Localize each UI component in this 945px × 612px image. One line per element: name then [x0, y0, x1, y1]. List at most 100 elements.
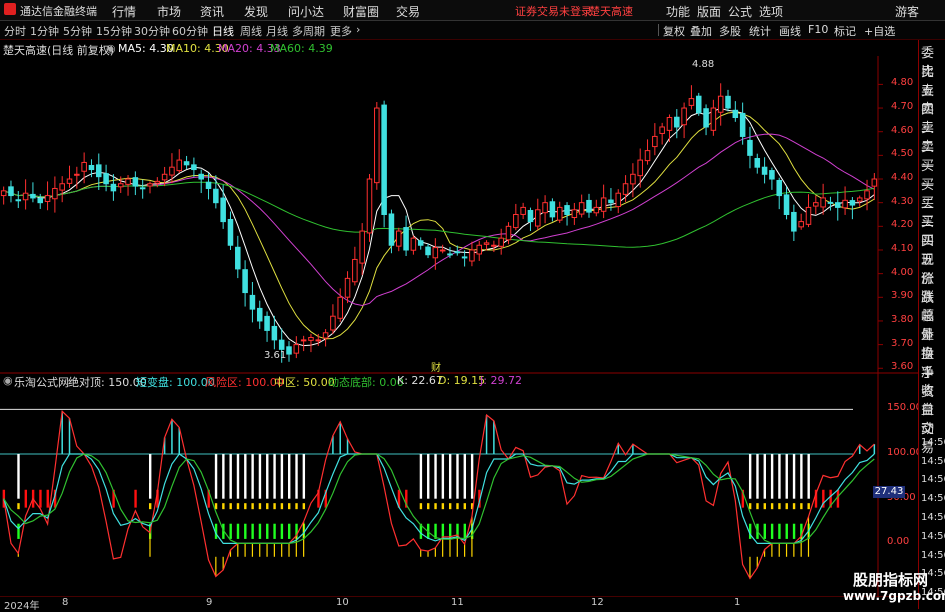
- menu-gongneng[interactable]: 功能: [666, 3, 690, 20]
- menu-shichang[interactable]: 市场: [157, 3, 181, 20]
- login-notice[interactable]: 证券交易未登录: [515, 3, 592, 19]
- btn-tongji[interactable]: 统计: [749, 23, 771, 39]
- period-multi[interactable]: 多周期: [292, 23, 325, 39]
- green-bar: [463, 523, 467, 539]
- period-5min[interactable]: 5分钟: [63, 23, 92, 39]
- menu-banmian[interactable]: 版面: [697, 3, 721, 20]
- ma10-line: [3, 111, 875, 340]
- white-bar: [778, 454, 781, 499]
- candle-body: [805, 206, 812, 225]
- period-fenshi[interactable]: 分时: [4, 23, 26, 39]
- side-panel-item[interactable]: 14:56: [921, 474, 945, 485]
- candle-body: [688, 98, 695, 106]
- yellow-bar: [302, 503, 306, 510]
- btn-biaoji[interactable]: 标记: [834, 23, 856, 39]
- period-weekly[interactable]: 周线: [240, 23, 262, 39]
- indicator-tick-label: 150.00: [887, 402, 922, 414]
- menu-wenxiaoda[interactable]: 问小达: [288, 3, 324, 20]
- candle-body: [139, 187, 146, 190]
- period-daily[interactable]: 日线: [212, 23, 234, 39]
- candle-body: [542, 202, 548, 214]
- white-bar: [419, 454, 423, 499]
- candle-body: [52, 187, 58, 200]
- btn-f10[interactable]: F10: [808, 23, 828, 36]
- menu-jiaoyi[interactable]: 交易: [396, 3, 420, 20]
- menu-bar: 通达信金融终端 行情 市场 资讯 发现 问小达 财富圈 交易 证券交易未登录 楚…: [0, 0, 945, 21]
- price-tick-label: 4.70: [891, 101, 914, 113]
- ind-field-top: 绝对顶: 150.00: [68, 376, 147, 389]
- menu-zixun[interactable]: 资讯: [200, 3, 224, 20]
- white-bar: [17, 454, 20, 499]
- candle-body: [505, 225, 512, 241]
- yellow-bar: [280, 503, 284, 510]
- yellow-bar: [800, 503, 803, 510]
- white-bar: [792, 454, 796, 499]
- period-30min[interactable]: 30分钟: [134, 23, 170, 39]
- white-bar: [448, 454, 452, 499]
- menu-caifuquan[interactable]: 财富圈: [343, 3, 379, 20]
- chevron-right-icon[interactable]: ›: [356, 23, 360, 36]
- candle-body: [820, 197, 826, 208]
- green-bar: [763, 523, 766, 539]
- menu-faxian[interactable]: 发现: [244, 3, 268, 20]
- green-bar: [266, 523, 269, 539]
- period-monthly[interactable]: 月线: [266, 23, 288, 39]
- candle-body: [366, 178, 373, 234]
- side-panel-item[interactable]: 14:56: [921, 493, 945, 504]
- candle-body: [161, 173, 168, 181]
- white-bar: [456, 454, 459, 499]
- green-bar: [229, 523, 232, 539]
- btn-fuquan[interactable]: 复权: [663, 23, 685, 39]
- side-panel-item[interactable]: 14:56: [921, 550, 945, 561]
- candle-body: [439, 249, 446, 252]
- white-bar: [244, 454, 247, 499]
- indicator-name[interactable]: 乐淘公式网: [14, 374, 69, 390]
- candle-body: [578, 202, 585, 215]
- period-60min[interactable]: 60分钟: [172, 23, 208, 39]
- side-panel-item[interactable]: 14:56: [921, 437, 945, 448]
- btn-diejia[interactable]: 叠加: [690, 23, 712, 39]
- green-bar: [244, 523, 247, 539]
- candle-body: [461, 256, 468, 259]
- indicator-toggle-icon[interactable]: ◉: [3, 374, 13, 387]
- user-guest[interactable]: 游客: [895, 3, 919, 20]
- menu-xuanxiang[interactable]: 选项: [759, 3, 783, 20]
- low-price-label: 3.61: [264, 350, 287, 361]
- yellow-bar: [251, 503, 254, 510]
- candle-body: [681, 107, 687, 126]
- finance-marker[interactable]: 财: [431, 359, 441, 374]
- period-1min[interactable]: 1分钟: [30, 23, 59, 39]
- period-15min[interactable]: 15分钟: [96, 23, 132, 39]
- ma-toggle-icon[interactable]: ◉: [106, 42, 116, 55]
- yellow-bar: [441, 503, 445, 510]
- white-bar: [148, 454, 152, 499]
- side-panel-item[interactable]: 14:56: [921, 531, 945, 542]
- yellow-bar: [448, 503, 452, 510]
- chart-area[interactable]: [0, 56, 918, 597]
- period-more[interactable]: 更多: [330, 23, 352, 39]
- btn-huaxian[interactable]: 画线: [779, 23, 801, 39]
- candle-body: [556, 206, 563, 221]
- menu-gongshi[interactable]: 公式: [728, 3, 752, 20]
- white-bar: [222, 454, 225, 499]
- btn-duogu[interactable]: 多股: [719, 23, 741, 39]
- candle-body: [37, 197, 44, 204]
- yellow-bar: [770, 503, 774, 510]
- date-month-11: 11: [451, 597, 464, 608]
- candle-body: [717, 95, 724, 113]
- candle-body: [337, 296, 343, 319]
- white-bar: [763, 454, 766, 499]
- candle-body: [783, 194, 790, 215]
- side-panel-item[interactable]: 14:56: [921, 512, 945, 523]
- candle-body: [425, 246, 431, 256]
- candle-body: [739, 112, 746, 137]
- candle-body: [125, 178, 131, 185]
- candle-body: [227, 218, 234, 246]
- candle-body: [249, 294, 256, 310]
- candle-body: [271, 325, 278, 341]
- btn-add-watchlist[interactable]: +自选: [864, 23, 895, 39]
- price-tick-label: 3.80: [891, 313, 914, 325]
- menu-hangqing[interactable]: 行情: [112, 3, 136, 20]
- watermark: 股朋指标网 www.7gpzb.com: [835, 566, 945, 609]
- side-panel-item[interactable]: 14:56: [921, 456, 945, 467]
